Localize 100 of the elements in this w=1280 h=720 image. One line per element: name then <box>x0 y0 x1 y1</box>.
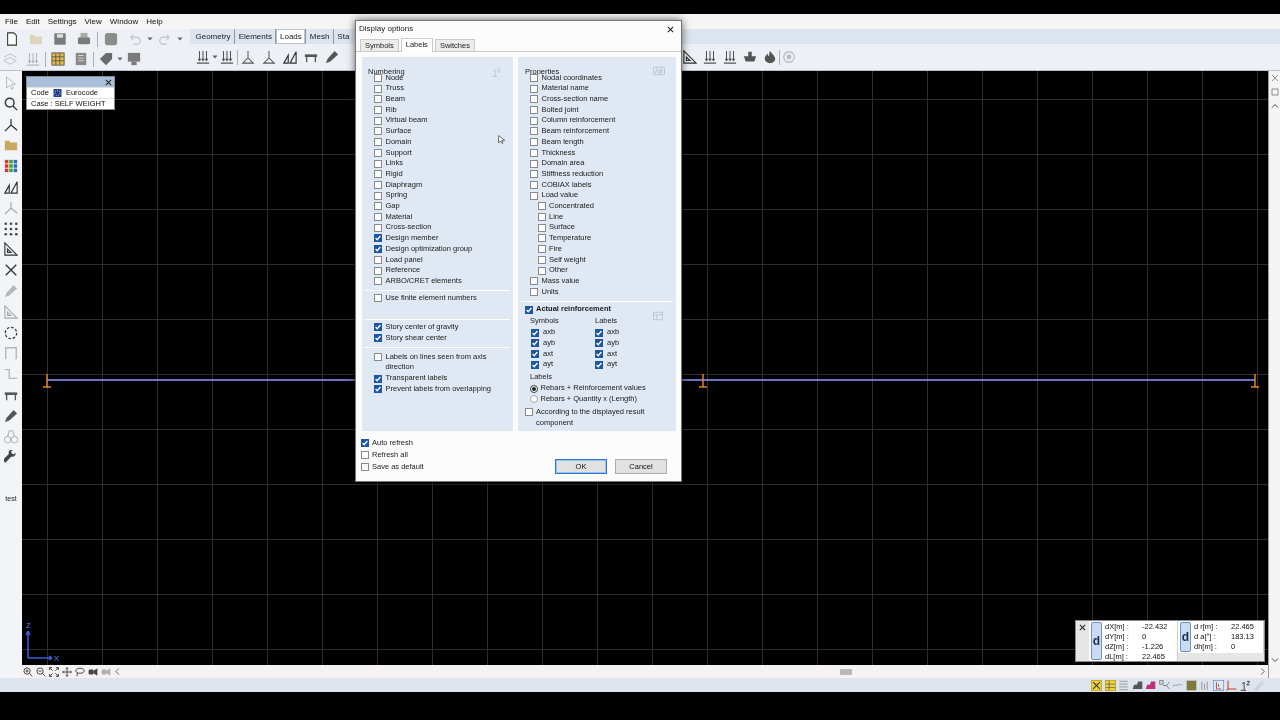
square-icon[interactable] <box>1185 679 1197 691</box>
menu-item[interactable]: View <box>83 16 103 27</box>
checkbox[interactable] <box>374 234 382 243</box>
caret-icon[interactable] <box>117 56 123 62</box>
support-icon[interactable] <box>241 50 255 64</box>
lasso-icon[interactable] <box>75 666 85 677</box>
numbers-icon[interactable] <box>1239 679 1251 691</box>
checkbox[interactable] <box>525 305 533 314</box>
bracket-icon[interactable] <box>1212 679 1224 691</box>
checkbox[interactable] <box>531 350 539 358</box>
checkbox[interactable] <box>374 191 382 200</box>
checkbox[interactable] <box>530 73 538 82</box>
dot-grid-icon[interactable] <box>4 221 18 236</box>
cross-icon[interactable] <box>4 263 18 278</box>
checkbox[interactable] <box>530 95 538 104</box>
checkbox[interactable] <box>530 116 538 125</box>
ribbon-tab[interactable]: Geometry <box>192 29 236 44</box>
checkbox[interactable] <box>531 360 539 369</box>
checkbox[interactable] <box>374 245 382 254</box>
axes-icon[interactable] <box>4 117 18 132</box>
support-icon[interactable] <box>262 50 276 64</box>
close-icon[interactable] <box>105 78 112 86</box>
glasses-icon[interactable] <box>4 429 18 444</box>
checkbox[interactable] <box>374 385 382 394</box>
wrench-icon[interactable] <box>4 450 18 465</box>
checkbox[interactable] <box>374 170 382 179</box>
color-grid-icon[interactable] <box>4 159 18 174</box>
square-icon[interactable] <box>104 32 118 46</box>
scrollbar-thumb[interactable] <box>840 668 852 675</box>
tag-icon[interactable] <box>99 52 113 66</box>
checkbox[interactable] <box>538 245 546 254</box>
checkbox[interactable] <box>530 191 538 200</box>
menu-item[interactable]: Settings <box>46 16 78 27</box>
checkbox[interactable] <box>530 170 538 179</box>
checkbox[interactable] <box>374 374 382 383</box>
checkbox[interactable] <box>530 106 538 115</box>
checkbox[interactable] <box>374 95 382 104</box>
checkbox[interactable] <box>374 333 382 342</box>
cross-icon[interactable] <box>1091 679 1102 691</box>
checkbox[interactable] <box>374 180 382 189</box>
checkbox[interactable] <box>374 127 382 136</box>
load-arrows-icon[interactable] <box>196 50 210 64</box>
checkbox[interactable] <box>374 266 382 275</box>
checkbox[interactable] <box>374 116 382 125</box>
folder-icon[interactable] <box>4 138 18 153</box>
printer-icon[interactable] <box>77 32 91 46</box>
load-arrows-icon[interactable] <box>723 50 737 64</box>
caret-icon[interactable] <box>147 36 153 42</box>
bowl-icon[interactable] <box>743 50 757 64</box>
menu-item[interactable]: File <box>4 16 19 27</box>
bars-icon[interactable] <box>1199 679 1210 691</box>
polygon-icon[interactable] <box>4 325 18 340</box>
triangles-icon[interactable] <box>283 50 297 64</box>
ribbon-tab[interactable]: Mesh <box>306 29 334 44</box>
checkbox[interactable] <box>531 339 539 348</box>
caret-icon[interactable] <box>177 36 183 42</box>
checkbox[interactable] <box>374 294 382 303</box>
checkbox[interactable] <box>374 159 382 168</box>
checkbox[interactable] <box>530 159 538 168</box>
checkbox[interactable] <box>374 323 382 332</box>
step-icon[interactable] <box>4 367 18 382</box>
mode-tile[interactable]: d <box>1091 622 1102 660</box>
ribbon-tab[interactable]: Sta <box>333 29 353 44</box>
checkbox[interactable] <box>374 138 382 147</box>
chevron-right-icon[interactable] <box>1259 668 1266 675</box>
checkbox[interactable] <box>374 84 382 93</box>
checkbox[interactable] <box>530 288 538 296</box>
checkbox[interactable] <box>530 84 538 93</box>
triangle-ruler-icon[interactable] <box>683 50 697 64</box>
checkbox[interactable] <box>374 353 382 362</box>
checkbox[interactable] <box>361 439 369 448</box>
menu-item[interactable]: Window <box>108 16 140 27</box>
load-arrows-icon[interactable] <box>703 50 717 64</box>
checkbox[interactable] <box>595 360 603 369</box>
caret-down-icon[interactable] <box>1270 656 1279 664</box>
checkbox[interactable] <box>374 106 382 115</box>
checkbox[interactable] <box>361 451 369 460</box>
radio-button[interactable] <box>530 395 538 404</box>
book-icon[interactable] <box>74 52 88 66</box>
checkbox[interactable] <box>530 277 538 286</box>
triangles-icon[interactable] <box>4 180 18 194</box>
radio-button[interactable] <box>530 384 538 393</box>
checkbox[interactable] <box>374 223 382 232</box>
checkbox[interactable] <box>374 148 382 157</box>
checkbox[interactable] <box>374 202 382 211</box>
ruler-icon[interactable] <box>4 304 18 319</box>
checkbox[interactable] <box>538 223 546 232</box>
checkbox[interactable] <box>530 148 538 157</box>
bracket-icon[interactable] <box>4 346 18 361</box>
checkbox[interactable] <box>530 180 538 189</box>
close-icon[interactable] <box>667 25 674 33</box>
checkbox[interactable] <box>538 234 546 243</box>
checkbox[interactable] <box>374 277 382 286</box>
pencil-icon[interactable] <box>4 408 18 423</box>
load-arrows-icon[interactable] <box>220 50 234 64</box>
caret-icon[interactable] <box>212 54 218 60</box>
checkbox[interactable] <box>374 255 382 264</box>
checkbox[interactable] <box>595 339 603 348</box>
checkbox[interactable] <box>538 266 546 275</box>
expand-icon[interactable] <box>49 666 59 677</box>
